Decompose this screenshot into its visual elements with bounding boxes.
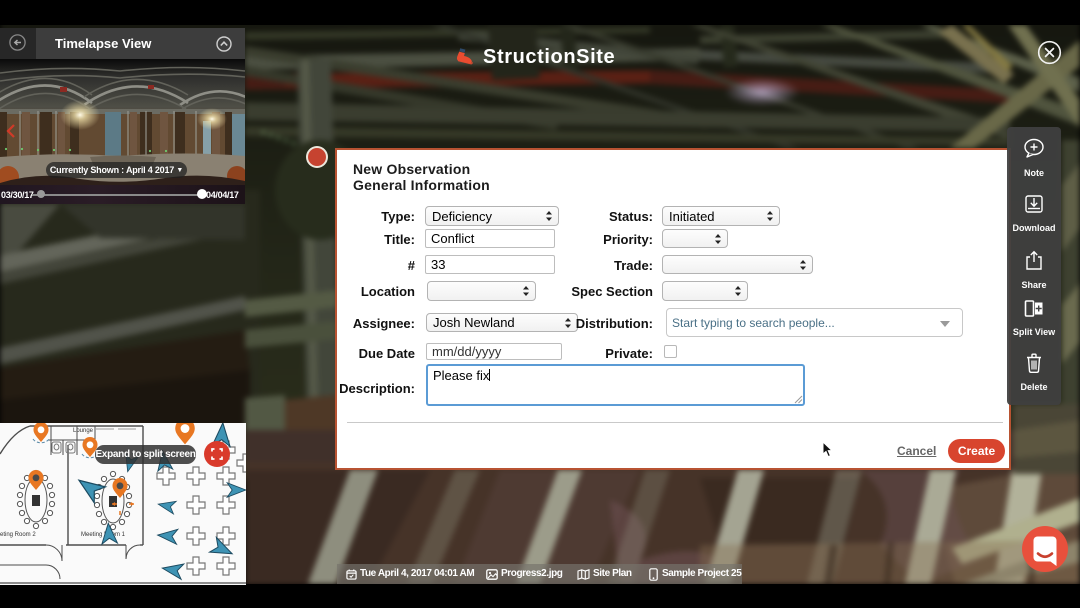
svg-text:Meeting Room 1: Meeting Room 1 (81, 532, 126, 538)
svg-text:eting Room 2: eting Room 2 (0, 532, 36, 538)
svg-text:Lounge: Lounge (73, 428, 94, 434)
